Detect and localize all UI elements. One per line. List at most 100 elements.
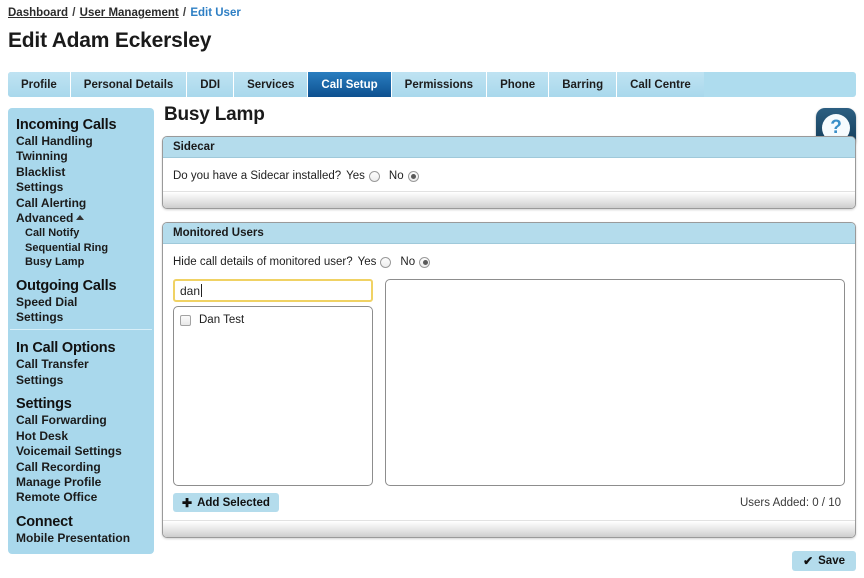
sidebar-item-label: Busy Lamp <box>25 256 85 269</box>
sidebar-item-label: Blacklist <box>16 164 66 179</box>
page-root: Dashboard / User Management / Edit User … <box>0 0 864 578</box>
available-users-list[interactable]: Dan Test <box>173 306 373 486</box>
monitored-users-panel: Monitored Users Hide call details of mon… <box>162 222 856 538</box>
breadcrumb-separator: / <box>179 7 190 19</box>
sidebar-group-in-call-options: In Call Options Call Transfer Settings <box>8 332 154 388</box>
text-caret <box>201 284 203 297</box>
sidebar-item-label: Settings <box>16 310 64 325</box>
breadcrumb-separator: / <box>69 7 79 19</box>
hide-call-details-no-label: No <box>400 256 416 268</box>
sidebar-group-incoming-calls: Incoming Calls Call Handling Twinning Black… <box>8 114 154 270</box>
sidebar-nav: Incoming Calls Call Handling Twinning Black… <box>8 108 154 555</box>
sidebar-item-call-forwarding[interactable]: Call Forwarding <box>8 413 154 428</box>
sidebar-item-label: Manage Profile <box>16 474 102 489</box>
monitored-users-panel-footer <box>163 520 855 537</box>
page-title: Edit Adam Eckersley <box>8 29 212 52</box>
hide-call-details-yes-label: Yes <box>357 256 377 268</box>
sidebar-item-speed-dial[interactable]: Speed Dial <box>8 295 154 310</box>
save-button[interactable]: ✔ Save <box>792 551 856 571</box>
sidebar-item-label: Call Forwarding <box>16 413 107 428</box>
sidebar-item-manage-profile[interactable]: Manage Profile <box>8 475 154 490</box>
breadcrumb-link-user-management[interactable]: User Management <box>80 7 179 19</box>
sidebar-item-label: Voicemail Settings <box>16 444 122 459</box>
sidebar-item-sequential-ring[interactable]: Sequential Ring <box>8 241 154 255</box>
sidebar-heading-settings: Settings <box>16 396 72 413</box>
user-search-input[interactable]: dan <box>173 279 373 302</box>
sidebar-item-advanced[interactable]: Advanced <box>8 211 154 226</box>
sidebar-item-label: Call Handling <box>16 134 93 148</box>
tab-ddi[interactable]: DDI <box>187 72 235 97</box>
sidecar-panel-body: Do you have a Sidecar installed? Yes No <box>163 158 855 191</box>
section-title: Busy Lamp <box>164 104 265 125</box>
sidebar-divider <box>10 329 152 331</box>
sidecar-panel-header: Sidecar <box>163 137 855 158</box>
checkbox-icon[interactable] <box>180 314 191 326</box>
available-users-column: dan Dan Test <box>173 279 373 486</box>
added-users-list[interactable] <box>385 279 845 486</box>
tab-call-centre[interactable]: Call Centre <box>617 72 704 97</box>
sidebar-heading-outgoing-calls: Outgoing Calls <box>16 277 117 294</box>
sidebar-item-call-handling[interactable]: Call Handling <box>8 134 154 149</box>
sidebar-item-hot-desk[interactable]: Hot Desk <box>8 429 154 444</box>
sidebar-item-label: Settings <box>16 372 64 387</box>
main-content: Busy Lamp Sidecar Do you have a Sidecar … <box>162 104 856 571</box>
sidebar-item-label: Sequential Ring <box>25 241 109 254</box>
tab-bar: Profile Personal Details DDI Services Call S… <box>8 72 856 97</box>
sidebar-item-label: Call Transfer <box>16 357 89 372</box>
sidebar-group-outgoing-calls: Outgoing Calls Speed Dial Settings <box>8 270 154 326</box>
sidebar-heading-in-call-options: In Call Options <box>16 340 116 357</box>
sidebar-item-mobile-presentation[interactable]: Mobile Presentation <box>8 531 154 546</box>
sidecar-question-label: Do you have a Sidecar installed? <box>173 170 342 182</box>
sidebar-item-voicemail-settings[interactable]: Voicemail Settings <box>8 444 154 459</box>
tab-profile[interactable]: Profile <box>8 72 71 97</box>
tab-permissions[interactable]: Permissions <box>391 72 488 97</box>
plus-icon: ✚ <box>182 495 193 510</box>
sidebar-item-label: Hot Desk <box>16 428 69 443</box>
hide-call-details-no-radio[interactable] <box>419 256 431 268</box>
sidebar-item-twinning[interactable]: Twinning <box>8 149 154 164</box>
sidebar-heading-connect: Connect <box>16 513 73 530</box>
sidebar-item-call-notify[interactable]: Call Notify <box>8 226 154 240</box>
add-selected-label: Add Selected <box>197 496 270 509</box>
sidebar-item-call-transfer[interactable]: Call Transfer <box>8 357 154 372</box>
sidecar-panel-footer <box>163 191 855 208</box>
breadcrumb-link-edit-user[interactable]: Edit User <box>190 7 241 19</box>
chevron-up-icon <box>76 215 85 221</box>
sidebar-item-call-recording[interactable]: Call Recording <box>8 460 154 475</box>
sidebar-item-label: Twinning <box>16 149 68 164</box>
sidebar-item-label: Speed Dial <box>16 294 78 309</box>
check-icon: ✔ <box>803 554 814 568</box>
hide-call-details-yes-radio[interactable] <box>380 256 392 268</box>
tab-personal-details[interactable]: Personal Details <box>70 72 188 97</box>
sidebar-item-call-alerting[interactable]: Call Alerting <box>8 196 154 211</box>
sidebar-item-label: Settings <box>16 180 64 195</box>
list-item-label: Dan Test <box>199 314 245 326</box>
tab-phone[interactable]: Phone <box>487 72 550 97</box>
tab-barring[interactable]: Barring <box>549 72 618 97</box>
save-row: ✔ Save <box>162 551 856 571</box>
sidecar-yes-label: Yes <box>346 170 365 182</box>
sidebar-item-remote-office[interactable]: Remote Office <box>8 490 154 505</box>
sidecar-question-row: Do you have a Sidecar installed? Yes No <box>173 167 845 185</box>
sidecar-no-label: No <box>388 170 404 182</box>
sidebar-item-blacklist[interactable]: Blacklist <box>8 165 154 180</box>
monitored-users-panel-header: Monitored Users <box>163 223 855 244</box>
sidebar-item-settings[interactable]: Settings <box>8 373 154 388</box>
sidecar-panel: Sidecar Do you have a Sidecar installed?… <box>162 136 856 209</box>
tab-call-setup[interactable]: Call Setup <box>308 72 392 97</box>
dual-list: dan Dan Test <box>173 279 845 486</box>
sidebar-item-label: Mobile Presentation <box>16 530 131 545</box>
sidebar-group-connect: Connect Mobile Presentation <box>8 506 154 546</box>
tab-services[interactable]: Services <box>234 72 309 97</box>
action-row: ✚ Add Selected Users Added: 0 / 10 <box>173 493 845 514</box>
sidecar-yes-radio[interactable] <box>368 170 380 182</box>
sidebar-item-settings[interactable]: Settings <box>8 310 154 325</box>
breadcrumb-link-dashboard[interactable]: Dashboard <box>8 7 68 19</box>
sidebar-item-busy-lamp[interactable]: Busy Lamp <box>8 255 154 269</box>
list-item[interactable]: Dan Test <box>180 313 366 327</box>
hide-call-details-row: Hide call details of monitored user? Yes… <box>173 253 845 271</box>
sidecar-no-radio[interactable] <box>407 170 419 182</box>
add-selected-button[interactable]: ✚ Add Selected <box>173 493 279 512</box>
sidebar-item-settings[interactable]: Settings <box>8 180 154 195</box>
hide-call-details-label: Hide call details of monitored user? <box>173 256 353 268</box>
